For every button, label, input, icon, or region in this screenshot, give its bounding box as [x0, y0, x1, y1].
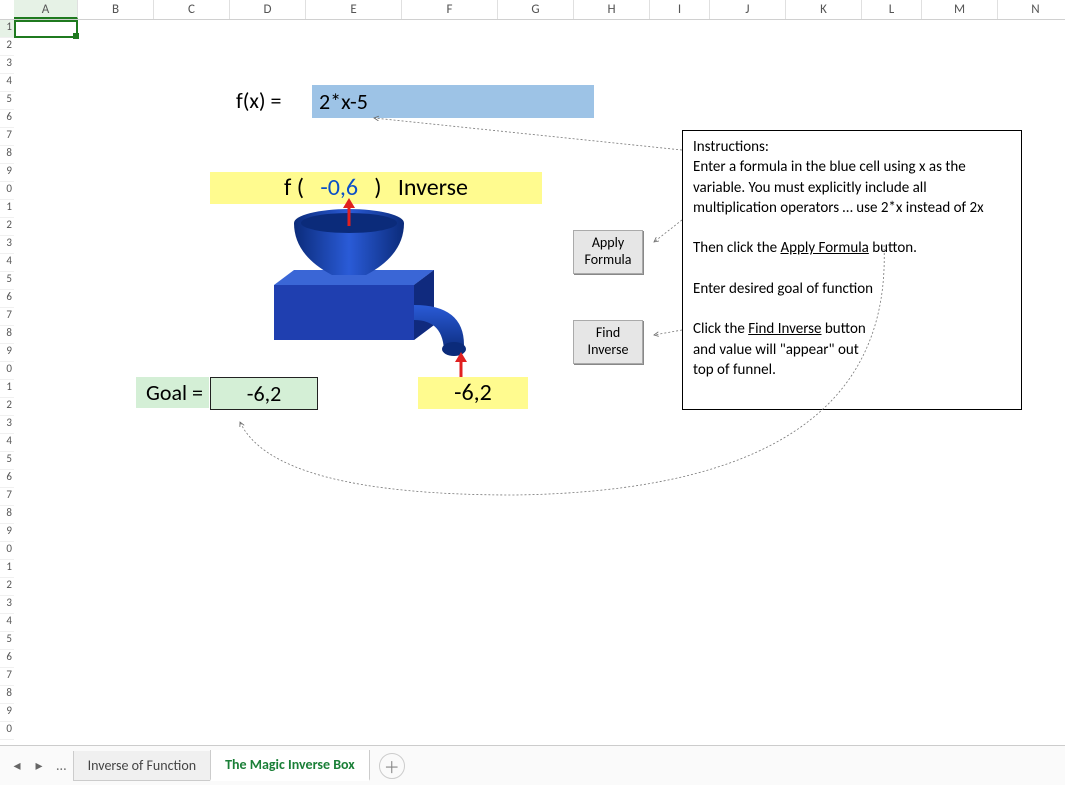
- row-header-32[interactable]: 2: [0, 578, 14, 596]
- row-header-39[interactable]: 9: [0, 704, 14, 722]
- goal-input-cell[interactable]: -6,2: [210, 377, 318, 410]
- apply-formula-button[interactable]: Apply Formula: [573, 230, 643, 274]
- tab-prev-icon[interactable]: ◂: [8, 757, 26, 775]
- f-close: ): [374, 173, 381, 202]
- col-header-K[interactable]: K: [786, 0, 862, 19]
- red-arrow-up-funnel: [340, 198, 358, 228]
- row-header-2[interactable]: 2: [0, 38, 14, 56]
- col-header-G[interactable]: G: [498, 0, 574, 19]
- instr-line-2: Enter a formula in the blue cell using x…: [693, 157, 1011, 218]
- col-header-E[interactable]: E: [306, 0, 402, 19]
- col-header-H[interactable]: H: [574, 0, 650, 19]
- row-header-27[interactable]: 7: [0, 488, 14, 506]
- instructions-box: Instructions: Enter a formula in the blu…: [682, 130, 1022, 410]
- goal-label: Goal =: [136, 377, 209, 408]
- row-header-19[interactable]: 9: [0, 344, 14, 362]
- row-header-21[interactable]: 1: [0, 380, 14, 398]
- fx-label: f(x) =: [236, 87, 282, 114]
- col-header-I[interactable]: I: [650, 0, 710, 19]
- row-header-38[interactable]: 8: [0, 686, 14, 704]
- row-header-8[interactable]: 8: [0, 146, 14, 164]
- col-header-M[interactable]: M: [922, 0, 998, 19]
- row-header-36[interactable]: 6: [0, 650, 14, 668]
- row-header-3[interactable]: 3: [0, 56, 14, 74]
- col-header-B[interactable]: B: [78, 0, 154, 19]
- col-header-L[interactable]: L: [862, 0, 922, 19]
- row-header-35[interactable]: 5: [0, 632, 14, 650]
- col-header-D[interactable]: D: [230, 0, 306, 19]
- col-header-C[interactable]: C: [154, 0, 230, 19]
- col-header-N[interactable]: N: [998, 0, 1065, 19]
- row-header-40[interactable]: 0: [0, 722, 14, 740]
- col-header-A[interactable]: A: [14, 0, 78, 19]
- row-header-17[interactable]: 7: [0, 308, 14, 326]
- funnel-input-row: f ( -0,6 ) Inverse: [210, 172, 542, 204]
- row-header-28[interactable]: 8: [0, 506, 14, 524]
- row-header-12[interactable]: 2: [0, 218, 14, 236]
- row-header-15[interactable]: 5: [0, 272, 14, 290]
- formula-input-cell[interactable]: 2*x-5: [312, 85, 594, 118]
- row-header-34[interactable]: 4: [0, 614, 14, 632]
- row-header-33[interactable]: 3: [0, 596, 14, 614]
- row-header-13[interactable]: 3: [0, 236, 14, 254]
- row-header-24[interactable]: 4: [0, 434, 14, 452]
- tab-overflow-icon[interactable]: ...: [56, 757, 67, 774]
- col-header-J[interactable]: J: [710, 0, 786, 19]
- instr-line-5: Click the Find Inverse button and value …: [693, 319, 873, 380]
- row-header-23[interactable]: 3: [0, 416, 14, 434]
- add-sheet-button[interactable]: ＋: [379, 753, 405, 779]
- row-header-6[interactable]: 6: [0, 110, 14, 128]
- row-header-37[interactable]: 7: [0, 668, 14, 686]
- column-headers: ABCDEFGHIJKLMN: [0, 0, 1065, 20]
- row-header-10[interactable]: 0: [0, 182, 14, 200]
- row-header-5[interactable]: 5: [0, 92, 14, 110]
- row-header-26[interactable]: 6: [0, 470, 14, 488]
- output-value: -6,2: [418, 377, 528, 409]
- tab-magic-inverse-box[interactable]: The Magic Inverse Box: [210, 750, 370, 781]
- row-header-22[interactable]: 2: [0, 398, 14, 416]
- row-header-31[interactable]: 1: [0, 560, 14, 578]
- sheet-tab-bar: ◂ ▸ ... Inverse of Function The Magic In…: [0, 745, 1065, 785]
- row-header-25[interactable]: 5: [0, 452, 14, 470]
- row-header-7[interactable]: 7: [0, 128, 14, 146]
- tab-inverse-of-function[interactable]: Inverse of Function: [73, 751, 211, 781]
- row-header-9[interactable]: 9: [0, 164, 14, 182]
- row-header-18[interactable]: 8: [0, 326, 14, 344]
- row-header-11[interactable]: 1: [0, 200, 14, 218]
- col-header-F[interactable]: F: [402, 0, 498, 19]
- row-header-20[interactable]: 0: [0, 362, 14, 380]
- row-header-16[interactable]: 6: [0, 290, 14, 308]
- grid-area[interactable]: 1234567890123456789012345678901234567890…: [0, 20, 1065, 745]
- row-headers: 1234567890123456789012345678901234567890: [0, 20, 14, 740]
- tab-next-icon[interactable]: ▸: [30, 757, 48, 775]
- row-header-4[interactable]: 4: [0, 74, 14, 92]
- inverse-label: Inverse: [398, 173, 468, 202]
- machine-illustration: [264, 205, 494, 375]
- row-header-30[interactable]: 0: [0, 542, 14, 560]
- row-header-29[interactable]: 9: [0, 524, 14, 542]
- find-inverse-button[interactable]: Find Inverse: [573, 320, 643, 364]
- f-open: f (: [284, 173, 304, 202]
- row-header-14[interactable]: 4: [0, 254, 14, 272]
- row-header-1[interactable]: 1: [0, 20, 14, 38]
- instr-line-1: Instructions:: [693, 137, 1011, 157]
- instr-line-3: Then click the Apply Formula button.: [693, 238, 1011, 258]
- instr-line-4: Enter desired goal of function: [693, 279, 1011, 299]
